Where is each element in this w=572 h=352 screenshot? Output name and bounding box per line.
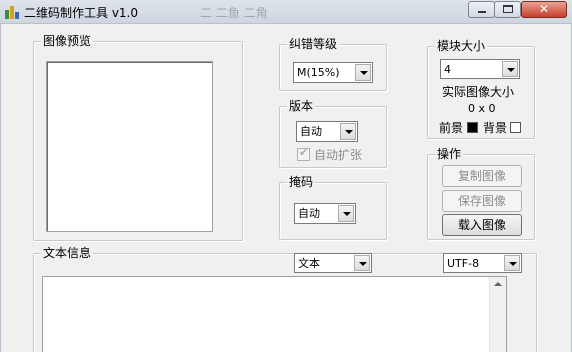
- preview-group: 图像预览: [33, 34, 243, 241]
- preview-group-label: 图像预览: [41, 34, 94, 48]
- chevron-down-icon[interactable]: [340, 123, 356, 140]
- title-ghost-text: 二 二鱼 二角: [200, 6, 268, 20]
- minimize-button[interactable]: [468, 1, 495, 18]
- mask-group: 掩码 自动: [279, 175, 387, 240]
- version-group: 版本 自动 自动扩张: [279, 99, 387, 168]
- mask-select[interactable]: 自动: [294, 203, 356, 224]
- module-size-group-label: 模块大小: [435, 39, 488, 53]
- vertical-scrollbar[interactable]: [489, 277, 506, 352]
- maximize-icon: [503, 5, 513, 13]
- save-image-button[interactable]: 保存图像: [442, 190, 522, 212]
- text-mode-select[interactable]: 文本: [294, 253, 372, 273]
- encoding-value: UTF-8: [447, 257, 480, 270]
- actual-size-label: 实际图像大小: [442, 85, 515, 99]
- ecc-group-label: 纠错等级: [287, 37, 340, 51]
- qr-preview-image: [46, 61, 213, 232]
- text-input-area[interactable]: [42, 276, 507, 352]
- title-bar[interactable]: 二维码制作工具 v1.0 二 二鱼 二角 ✕: [0, 0, 572, 24]
- text-mode-value: 文本: [298, 257, 320, 270]
- text-info-group-label: 文本信息: [41, 246, 94, 260]
- scroll-up-arrow-icon[interactable]: [494, 282, 502, 286]
- encoding-select[interactable]: UTF-8: [443, 253, 522, 273]
- module-size-select[interactable]: 4: [440, 59, 520, 79]
- operations-group: 操作 复制图像 保存图像 载入图像: [427, 147, 535, 240]
- version-value: 自动: [300, 125, 322, 138]
- window-client: 图像预览 纠错等级 M(15%) 版本 自动 自动扩张 掩码 自动 模块大小 4: [0, 24, 572, 352]
- maximize-button[interactable]: [494, 1, 521, 18]
- ecc-level-select[interactable]: M(15%): [293, 62, 373, 83]
- foreground-color-swatch[interactable]: [467, 122, 478, 133]
- text-info-group: 文本信息 文本 UTF-8: [33, 246, 537, 352]
- chevron-down-icon[interactable]: [504, 255, 520, 271]
- background-label: 背景: [483, 121, 508, 135]
- version-group-label: 版本: [287, 99, 316, 113]
- chevron-down-icon[interactable]: [354, 255, 370, 271]
- mask-group-label: 掩码: [287, 175, 316, 189]
- auto-expand-checkbox[interactable]: [297, 146, 310, 161]
- module-size-group: 模块大小 4 实际图像大小 0 x 0 前景 背景: [427, 39, 535, 139]
- chevron-down-icon[interactable]: [338, 205, 354, 222]
- window-title: 二维码制作工具 v1.0: [24, 6, 139, 20]
- close-icon: ✕: [538, 2, 550, 16]
- mask-value: 自动: [298, 207, 320, 220]
- actual-size-value: 0 x 0: [468, 102, 496, 115]
- auto-expand-label: 自动扩张: [314, 148, 363, 162]
- load-image-button[interactable]: 载入图像: [442, 214, 522, 236]
- ecc-level-value: M(15%): [297, 66, 340, 79]
- chevron-down-icon[interactable]: [502, 61, 518, 77]
- background-color-swatch[interactable]: [510, 122, 521, 133]
- minimize-icon: [478, 11, 486, 13]
- ecc-group: 纠错等级 M(15%): [279, 37, 387, 91]
- foreground-label: 前景: [439, 121, 464, 135]
- operations-group-label: 操作: [435, 147, 464, 161]
- close-button[interactable]: ✕: [521, 1, 567, 18]
- copy-image-button[interactable]: 复制图像: [442, 165, 522, 187]
- app-icon: [4, 4, 20, 20]
- chevron-down-icon[interactable]: [355, 64, 371, 81]
- module-size-value: 4: [444, 63, 451, 76]
- version-select[interactable]: 自动: [296, 121, 358, 142]
